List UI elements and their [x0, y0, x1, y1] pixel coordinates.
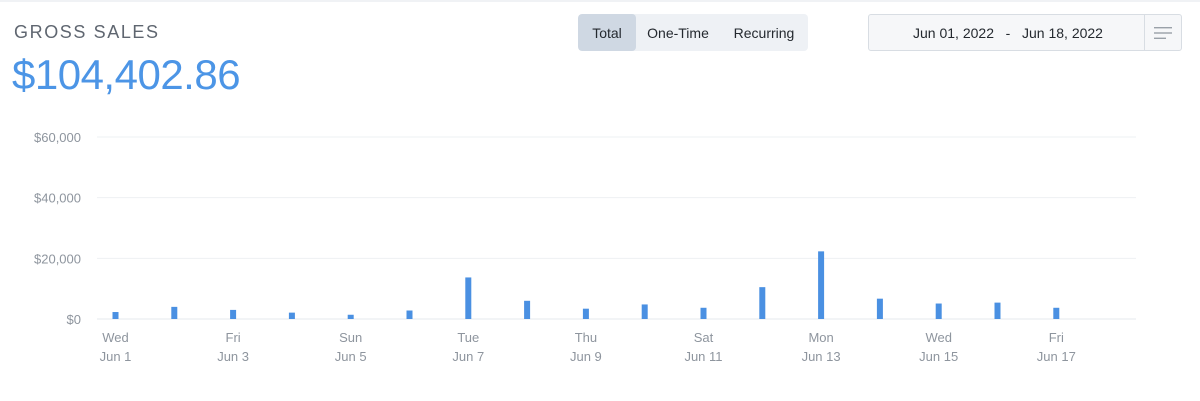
- x-tick-day: Fri: [1049, 330, 1064, 345]
- y-tick-label: $20,000: [34, 251, 81, 266]
- x-tick-date: Jun 1: [100, 349, 132, 364]
- bar[interactable]: [406, 310, 413, 319]
- y-tick-label: $40,000: [34, 191, 81, 206]
- bar[interactable]: [582, 308, 589, 319]
- x-tick-date: Jun 11: [684, 349, 722, 364]
- x-tick-day: Sat: [694, 330, 714, 345]
- y-tick-label: $60,000: [34, 130, 81, 145]
- x-tick-day: Tue: [457, 330, 479, 345]
- bar[interactable]: [112, 312, 119, 319]
- bar[interactable]: [759, 287, 766, 319]
- bar[interactable]: [935, 303, 942, 319]
- x-tick-day: Fri: [226, 330, 241, 345]
- x-tick-date: Jun 13: [802, 349, 841, 364]
- x-tick-day: Wed: [925, 330, 952, 345]
- x-tick-date: Jun 7: [452, 349, 484, 364]
- bar[interactable]: [230, 309, 237, 319]
- x-tick-day: Thu: [575, 330, 597, 345]
- bar[interactable]: [994, 302, 1001, 319]
- bar[interactable]: [1053, 307, 1060, 319]
- gross-sales-bar-chart: $0 $20,000 $40,000 $60,000 Wed Jun 1 Fri Jun 3 S…: [34, 130, 1136, 364]
- y-tick-label: $0: [67, 312, 81, 327]
- x-tick-date: Jun 9: [570, 349, 602, 364]
- bar[interactable]: [465, 277, 472, 319]
- bar[interactable]: [347, 314, 354, 319]
- x-tick-date: Jun 3: [217, 349, 249, 364]
- x-tick-date: Jun 17: [1037, 349, 1076, 364]
- bar[interactable]: [641, 304, 648, 319]
- bar[interactable]: [524, 300, 531, 319]
- bar[interactable]: [288, 312, 295, 319]
- x-tick-day: Sun: [339, 330, 362, 345]
- bar[interactable]: [876, 298, 883, 319]
- x-tick-day: Mon: [808, 330, 833, 345]
- x-tick-day: Wed: [102, 330, 129, 345]
- bar[interactable]: [818, 251, 825, 319]
- x-tick-date: Jun 15: [919, 349, 958, 364]
- bar[interactable]: [700, 307, 707, 319]
- x-tick-date: Jun 5: [335, 349, 367, 364]
- bar[interactable]: [171, 306, 178, 319]
